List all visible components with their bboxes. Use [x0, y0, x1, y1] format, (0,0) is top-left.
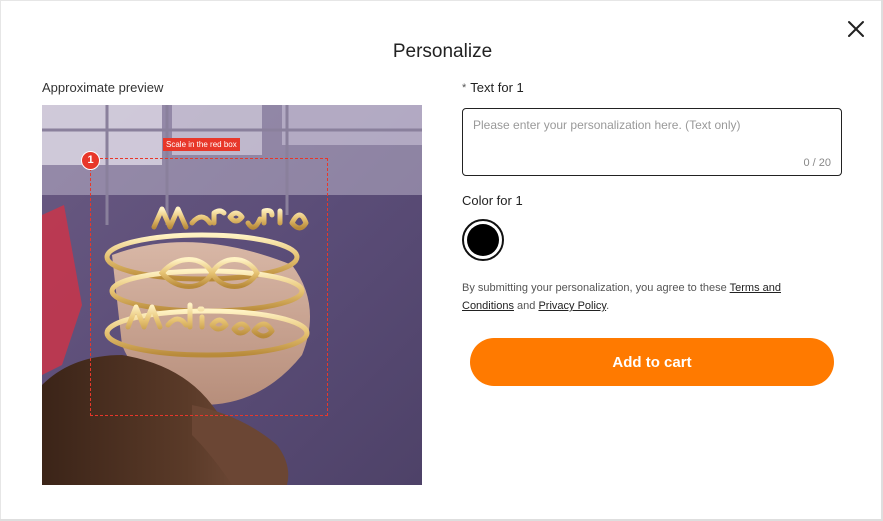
text-field-label-text: Text for 1 — [470, 80, 524, 95]
preview-image: 1 Scale in the red box — [42, 105, 422, 485]
preview-label: Approximate preview — [42, 80, 164, 95]
text-field-label: * Text for 1 — [462, 80, 524, 95]
color-swatch-fill — [467, 224, 499, 256]
required-mark: * — [462, 82, 467, 94]
scale-tag: Scale in the red box — [163, 138, 240, 151]
modal-title: Personalize — [392, 41, 493, 62]
agreement-suffix: . — [606, 300, 610, 312]
position-badge: 1 — [81, 151, 100, 170]
color-field-label: Color for 1 — [462, 193, 523, 208]
personalization-input[interactable] — [473, 118, 829, 154]
agreement-prefix: By submitting your personalization, you … — [462, 282, 730, 294]
agreement-text: By submitting your personalization, you … — [462, 279, 832, 315]
privacy-link[interactable]: Privacy Policy — [538, 300, 606, 312]
red-scale-box — [90, 158, 328, 416]
close-icon[interactable] — [845, 18, 867, 40]
personalize-modal: Personalize Approximate preview 1 Scale … — [0, 0, 883, 521]
character-counter: 0 / 20 — [803, 157, 831, 169]
add-to-cart-button[interactable]: Add to cart — [470, 338, 834, 386]
agreement-middle: and — [513, 300, 539, 312]
color-swatch-black[interactable] — [462, 219, 504, 261]
personalization-textarea-container: 0 / 20 — [462, 108, 842, 176]
